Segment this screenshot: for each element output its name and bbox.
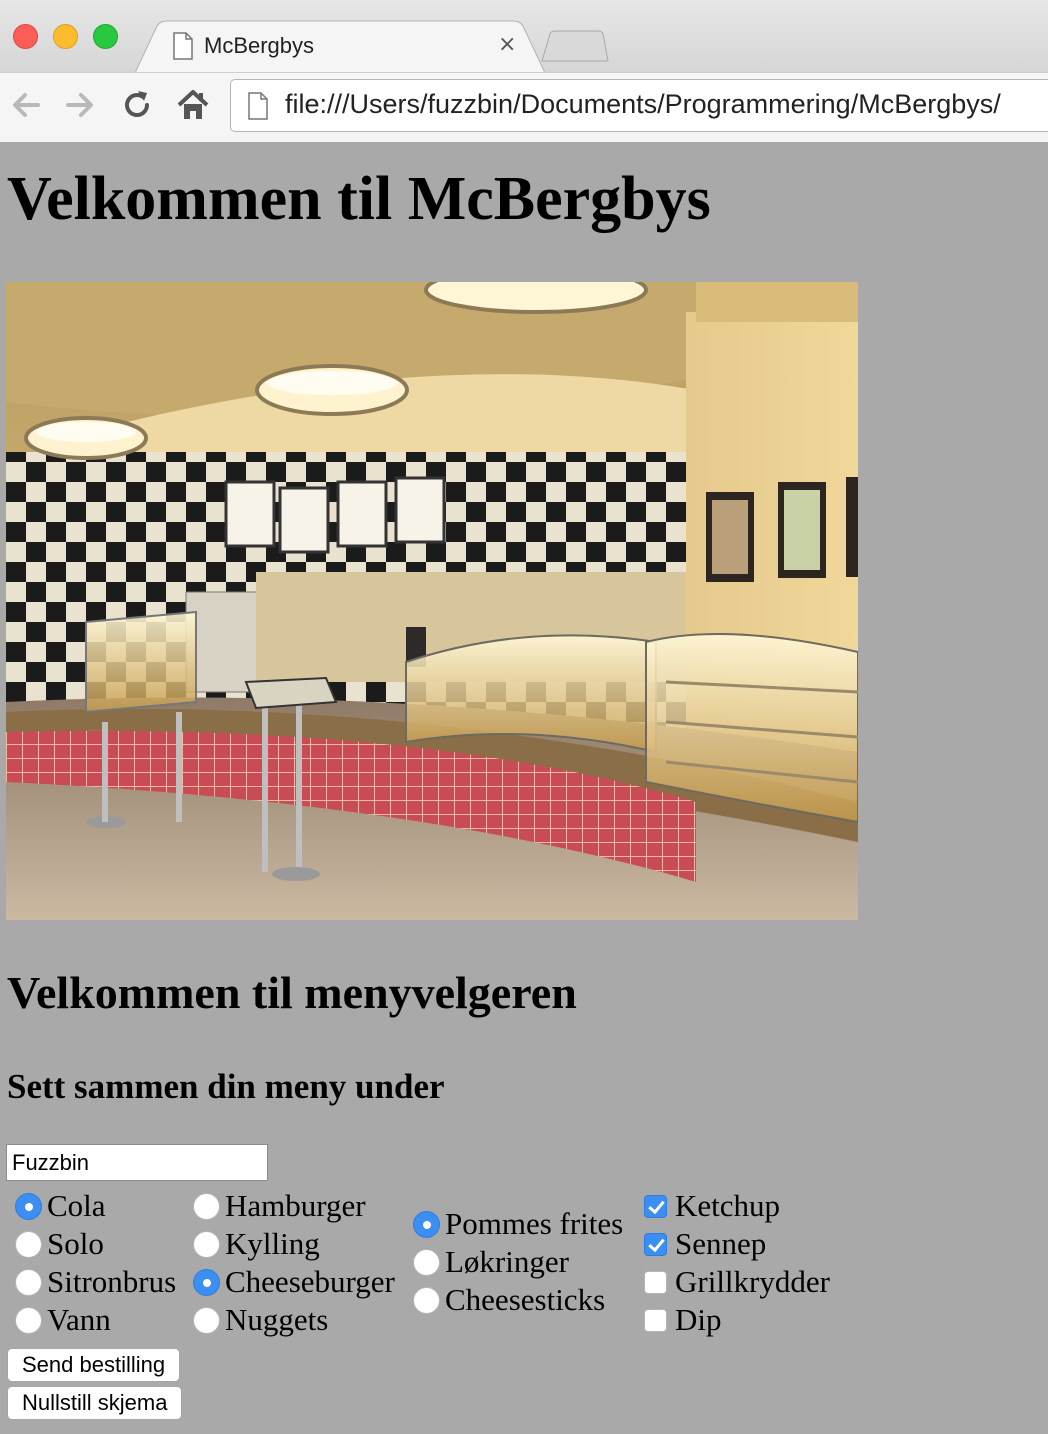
submit-order-button[interactable]: Send bestilling — [7, 1348, 181, 1382]
maximize-window-button[interactable] — [93, 24, 118, 49]
radio-option-cheesesticks[interactable]: Cheesesticks — [413, 1282, 605, 1318]
name-input[interactable] — [6, 1144, 268, 1181]
radio-button[interactable] — [413, 1248, 440, 1276]
radio-button[interactable] — [15, 1306, 42, 1334]
reset-form-button[interactable]: Nullstill skjema — [7, 1386, 183, 1420]
radio-option-lokringer[interactable]: Løkringer — [413, 1244, 569, 1280]
close-window-button[interactable] — [13, 24, 38, 49]
radio-button[interactable] — [193, 1192, 220, 1220]
radio-option-hamburger[interactable]: Hamburger — [193, 1188, 366, 1224]
radio-button[interactable] — [193, 1230, 220, 1258]
url-text[interactable]: file:///Users/fuzzbin/Documents/Programm… — [285, 89, 1001, 120]
radio-option-sitronbrus[interactable]: Sitronbrus — [15, 1264, 176, 1300]
forward-arrow-icon[interactable] — [62, 87, 98, 123]
checkbox[interactable] — [644, 1232, 667, 1256]
checkbox-label: Sennep — [675, 1226, 767, 1261]
radio-label: Nuggets — [225, 1302, 329, 1337]
menu-heading: Velkommen til menyvelgeren — [7, 967, 577, 1018]
radio-label: Sitronbrus — [47, 1264, 177, 1299]
radio-button[interactable] — [193, 1268, 220, 1296]
radio-label: Pommes frites — [445, 1206, 624, 1241]
back-arrow-icon[interactable] — [8, 87, 44, 123]
checkbox[interactable] — [644, 1308, 667, 1332]
tab-title: McBergbys — [204, 33, 315, 58]
radio-option-nuggets[interactable]: Nuggets — [193, 1302, 328, 1338]
radio-label: Cheeseburger — [225, 1264, 395, 1299]
radio-button[interactable] — [413, 1210, 440, 1238]
radio-button[interactable] — [413, 1286, 440, 1314]
new-tab-button[interactable] — [540, 30, 610, 62]
minimize-window-button[interactable] — [53, 24, 78, 49]
radio-label: Cola — [47, 1188, 106, 1223]
radio-option-cheeseburger[interactable]: Cheeseburger — [193, 1264, 395, 1300]
page-icon — [248, 92, 268, 120]
tab-close-icon[interactable]: × — [498, 31, 516, 59]
radio-label: Hamburger — [225, 1188, 366, 1223]
checkbox-label: Ketchup — [675, 1188, 781, 1223]
radio-button[interactable] — [15, 1192, 42, 1220]
active-tab[interactable] — [135, 20, 545, 73]
checkbox-option-grillkrydder[interactable]: Grillkrydder — [642, 1264, 830, 1300]
radio-label: Kylling — [225, 1226, 320, 1261]
document-icon — [173, 32, 193, 60]
radio-button[interactable] — [193, 1306, 220, 1334]
radio-label: Solo — [47, 1226, 104, 1261]
checkbox-label: Dip — [675, 1302, 722, 1337]
browser-chrome: McBergbys × file:///Users/fuzzbin/Docume… — [0, 0, 1048, 142]
checkbox-option-dip[interactable]: Dip — [642, 1302, 722, 1338]
radio-label: Cheesesticks — [445, 1282, 606, 1317]
radio-button[interactable] — [15, 1268, 42, 1296]
radio-button[interactable] — [15, 1230, 42, 1258]
checkbox[interactable] — [644, 1194, 667, 1218]
checkbox-option-ketchup[interactable]: Ketchup — [642, 1188, 780, 1224]
page-content: Velkommen til McBergbys Velkommen til me… — [0, 143, 1048, 1434]
radio-option-pommes-frites[interactable]: Pommes frites — [413, 1206, 623, 1242]
radio-option-cola[interactable]: Cola — [15, 1188, 106, 1224]
radio-label: Løkringer — [445, 1244, 569, 1279]
home-icon[interactable] — [175, 87, 211, 123]
radio-label: Vann — [47, 1302, 111, 1337]
page-title: Velkommen til McBergbys — [7, 165, 711, 233]
checkbox[interactable] — [644, 1270, 667, 1294]
checkbox-option-sennep[interactable]: Sennep — [642, 1226, 766, 1262]
restaurant-photo — [6, 282, 858, 920]
address-bar[interactable]: file:///Users/fuzzbin/Documents/Programm… — [230, 79, 1048, 132]
radio-option-solo[interactable]: Solo — [15, 1226, 104, 1262]
menu-instruction: Sett sammen din meny under — [7, 1067, 445, 1106]
checkbox-label: Grillkrydder — [675, 1264, 830, 1299]
reload-icon[interactable] — [119, 87, 155, 123]
radio-option-kylling[interactable]: Kylling — [193, 1226, 320, 1262]
radio-option-vann[interactable]: Vann — [15, 1302, 111, 1338]
